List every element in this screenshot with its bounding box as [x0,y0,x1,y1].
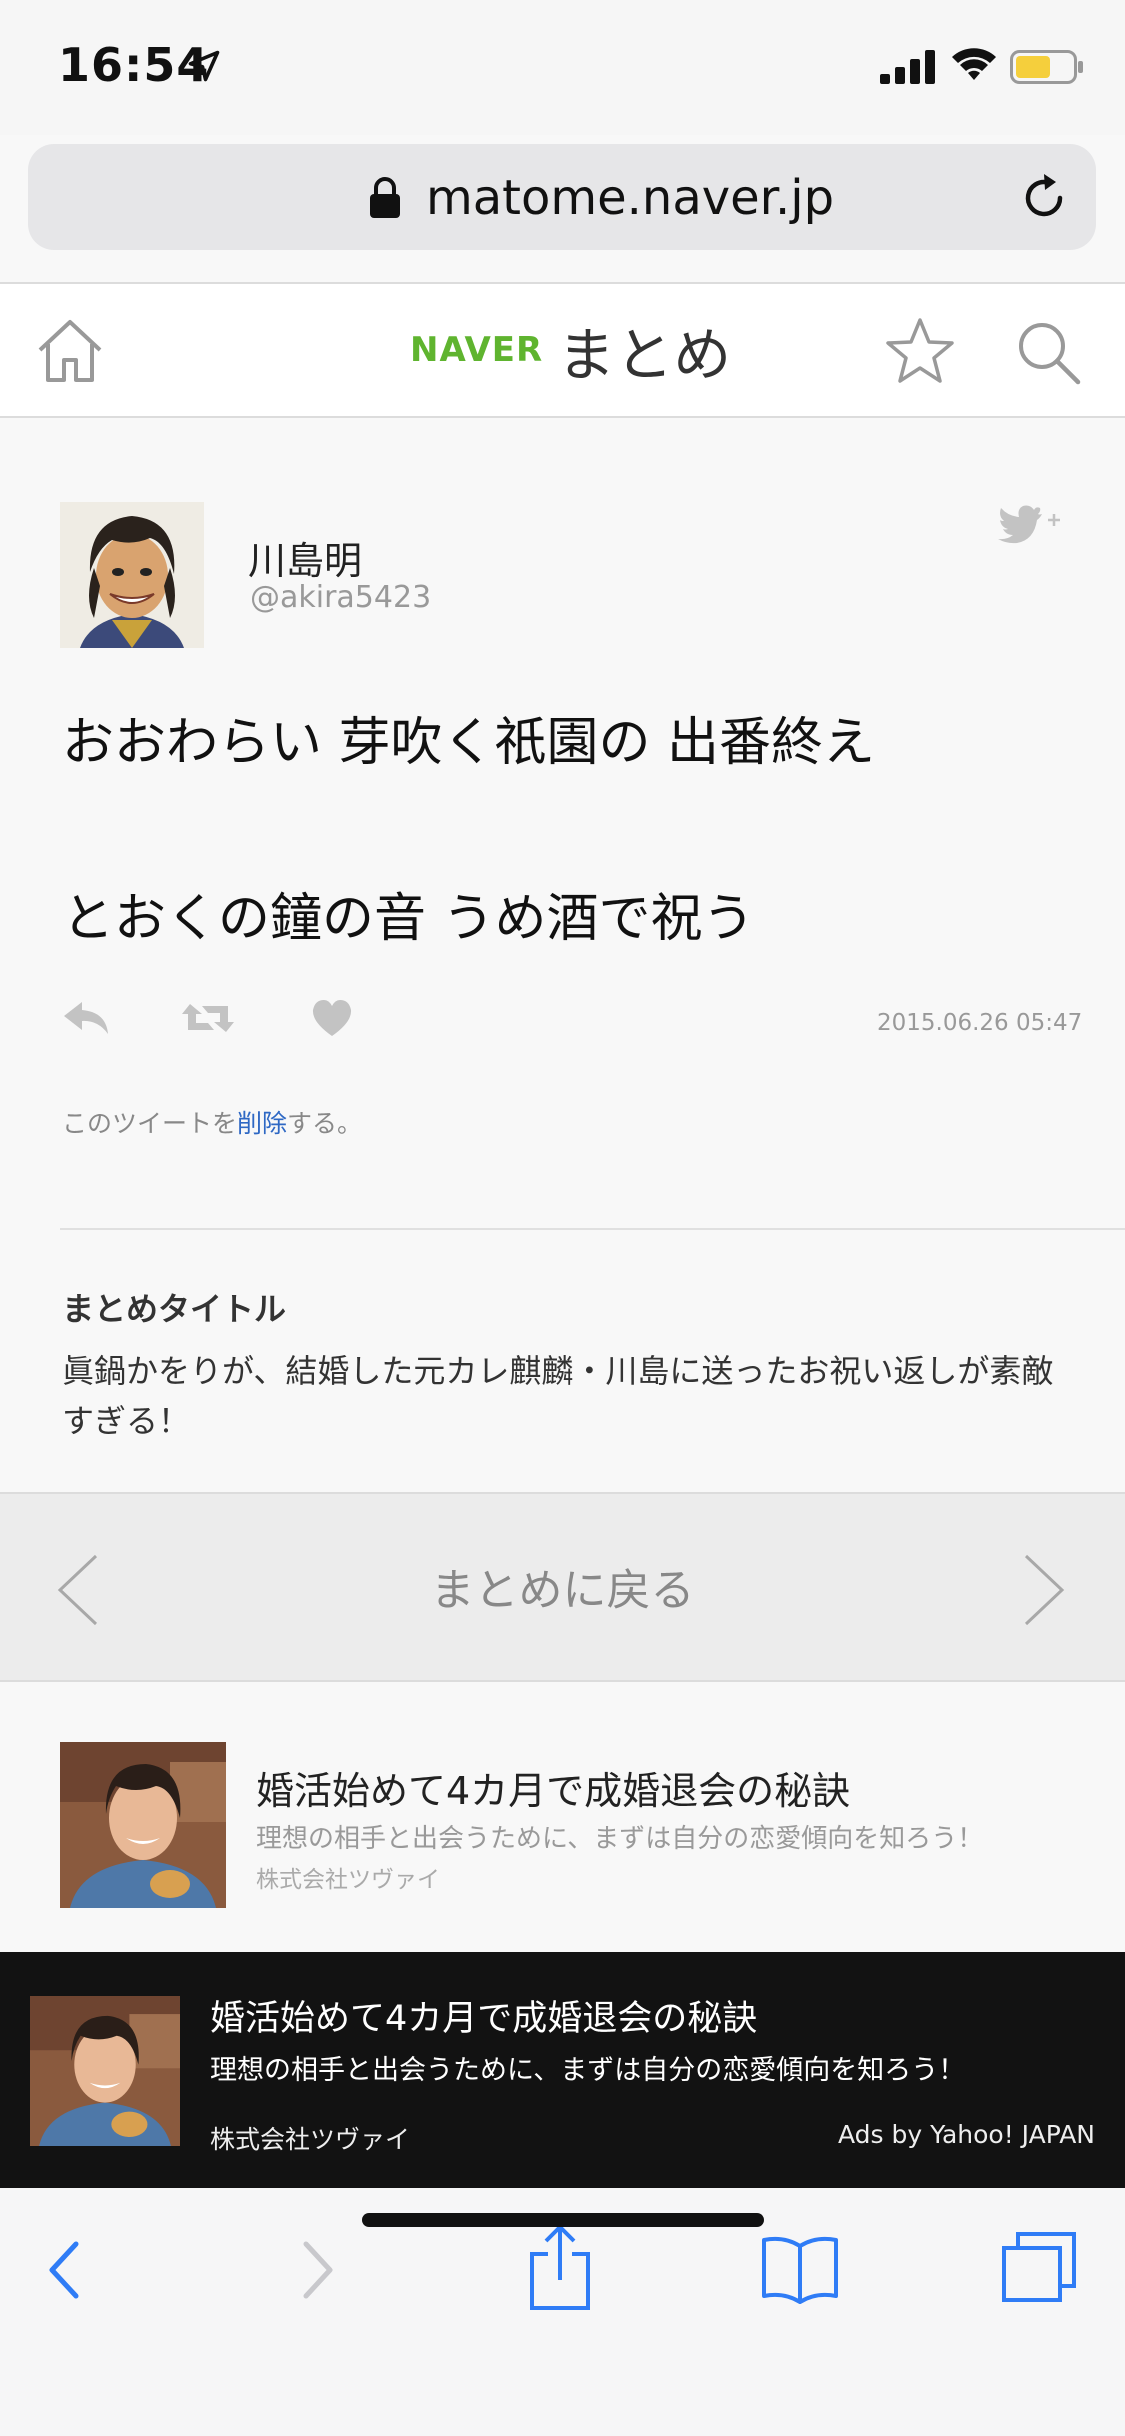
wifi-icon [952,48,996,80]
ad-company: 株式会社ツヴァイ [210,2125,411,2154]
reply-icon[interactable] [60,996,112,1040]
share-icon[interactable] [528,2224,592,2310]
forward-button-icon[interactable] [300,2240,336,2300]
delete-note-prefix: このツイートを [62,1109,238,1138]
tweet-text-line-1: おおわらい 芽吹く祇園の 出番終え [62,713,876,773]
tabs-icon[interactable] [1000,2230,1078,2304]
naver-matome-logo[interactable]: NAVER まとめ [410,312,731,389]
site-header: NAVER まとめ [0,282,1125,418]
tweet-delete-note: このツイートを削除する。 [62,1104,362,1140]
star-icon[interactable] [884,316,956,386]
back-button-icon[interactable] [46,2240,82,2300]
signal-icon [880,50,935,84]
back-to-matome-button[interactable]: まとめに戻る [0,1554,1125,1618]
logo-matome-text: まとめ [557,321,732,389]
address-bar[interactable]: matome.naver.jp [28,144,1096,250]
sticky-ad-banner[interactable]: 婚活始めて4カ月で成婚退会の秘訣 理想の相手と出会うために、まずは自分の恋愛傾向… [0,1952,1125,2188]
tweet-date[interactable]: 2015.06.26 05:47 [877,1010,1082,1036]
ads-by-label[interactable]: Ads by Yahoo! JAPAN [838,2120,1095,2149]
lock-icon [370,177,400,218]
home-indicator[interactable] [362,2213,764,2227]
ad-description: 理想の相手と出会うために、まずは自分の恋愛傾向を知ろう！ [210,2055,966,2086]
battery-icon [1010,50,1083,84]
retweet-icon[interactable] [180,996,236,1040]
delete-link[interactable]: 削除 [237,1109,287,1138]
divider [60,1228,1125,1230]
embedded-tweet: 川島明 @akira5423 おおわらい 芽吹く祇園の 出番終え とおくの鐘の音… [0,420,1125,1492]
ad-title[interactable]: 婚活始めて4カ月で成婚退会の秘訣 [256,1760,850,1815]
twitter-follow-icon[interactable] [990,498,1062,546]
ad-image[interactable] [30,1996,180,2146]
location-arrow-icon [188,50,220,82]
tweet-user-handle[interactable]: @akira5423 [250,580,431,615]
tweet-user-name[interactable]: 川島明 [248,530,362,585]
home-icon[interactable] [36,318,104,384]
ad-company: 株式会社ツヴァイ [256,1867,440,1893]
matome-title-label: まとめタイトル [62,1290,287,1328]
delete-note-suffix: する。 [287,1109,363,1138]
status-bar: 16:54 [0,0,1125,135]
matome-title-text[interactable]: 眞鍋かをりが、結婚した元カレ麒麟・川島に送ったお祝い返しが素敵すぎる！ [62,1346,1072,1446]
back-to-matome-bar: まとめに戻る [0,1492,1125,1682]
logo-naver-text: NAVER [410,330,544,370]
bookmarks-icon[interactable] [760,2234,840,2304]
avatar[interactable] [60,502,204,648]
chevron-right-icon[interactable] [1022,1552,1066,1628]
ad-description: 理想の相手と出会うために、まずは自分の恋愛傾向を知ろう！ [256,1824,984,1854]
ad-card[interactable]: 婚活始めて4カ月で成婚退会の秘訣 理想の相手と出会うために、まずは自分の恋愛傾向… [0,1684,1125,1952]
tweet-text-line-2: とおくの鐘の音 うめ酒で祝う [62,889,755,949]
like-icon[interactable] [310,996,354,1040]
ad-image[interactable] [60,1742,226,1908]
ad-title[interactable]: 婚活始めて4カ月で成婚退会の秘訣 [210,1990,757,2041]
reload-icon[interactable] [1018,172,1070,224]
search-icon[interactable] [1016,320,1082,386]
url-text: matome.naver.jp [426,170,835,226]
